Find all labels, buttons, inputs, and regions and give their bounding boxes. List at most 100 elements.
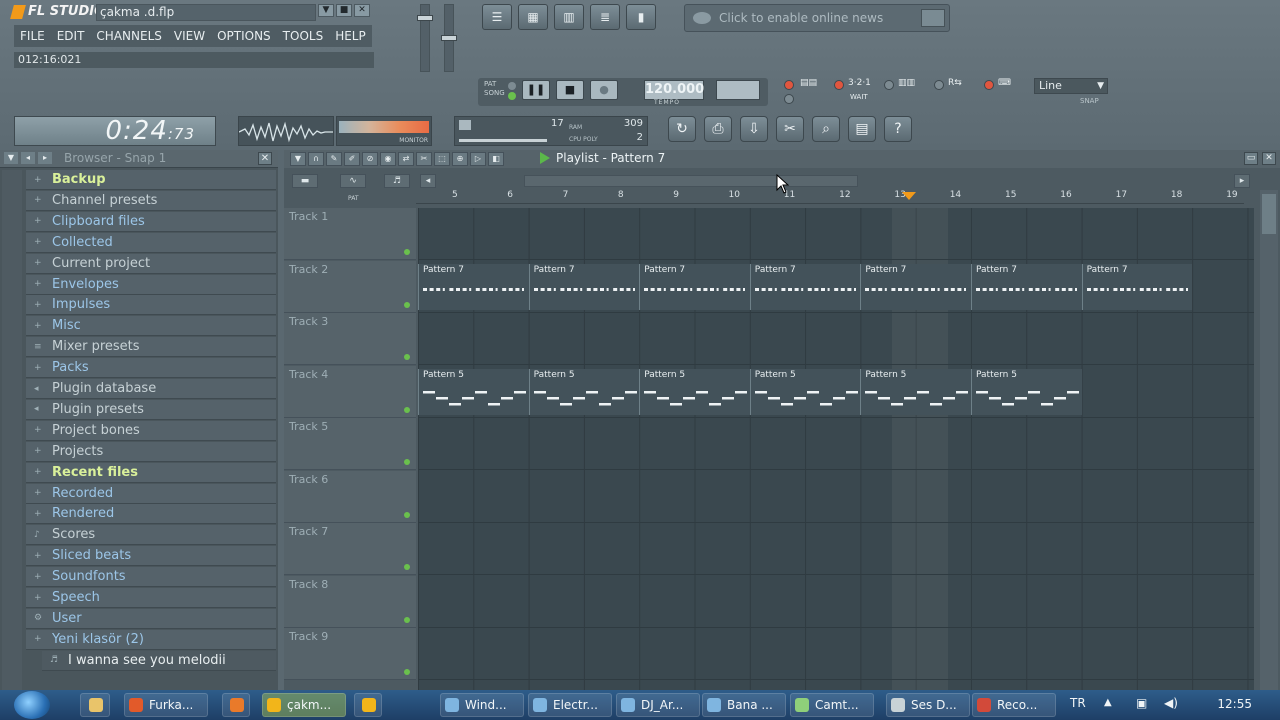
slider-knob[interactable] — [417, 15, 433, 21]
play-icon[interactable] — [540, 152, 550, 164]
taskbar-app-button[interactable]: Furka... — [124, 693, 208, 717]
record-button[interactable]: ● — [590, 80, 618, 100]
maximize-icon[interactable]: ▭ — [1244, 152, 1258, 165]
browser-item[interactable]: + Soundfonts — [26, 567, 276, 588]
select-icon[interactable]: ⬚ — [434, 152, 450, 166]
pat-mode-led[interactable] — [508, 82, 516, 90]
track-mute-led[interactable] — [404, 249, 410, 255]
minimize-button[interactable]: ▼ — [318, 4, 334, 17]
browser-item[interactable]: + Envelopes — [26, 274, 276, 295]
track-lane[interactable] — [418, 208, 1254, 260]
song-position-clock[interactable]: 0:24:73 — [14, 116, 216, 146]
browser-icon[interactable]: ≣ — [590, 4, 620, 30]
track-header[interactable]: Track 1 — [284, 208, 416, 260]
browser-item[interactable]: ◂ Plugin presets — [26, 399, 276, 420]
save-icon[interactable]: ⎙ — [704, 116, 732, 142]
menu-file[interactable]: FILE — [14, 25, 51, 47]
snap-selector[interactable]: Line ▼ — [1034, 78, 1108, 94]
mixer-icon[interactable]: ▮ — [626, 4, 656, 30]
mute-icon[interactable]: ◉ — [380, 152, 396, 166]
track-header[interactable]: Track 2 — [284, 260, 416, 313]
playlist-icon[interactable]: ☰ — [482, 4, 512, 30]
media-player-icon[interactable] — [222, 693, 250, 717]
volume-icon[interactable]: ◀) — [1164, 696, 1178, 710]
track-lane[interactable] — [418, 523, 1254, 575]
track-header[interactable]: Track 7 — [284, 523, 416, 575]
steprec-led[interactable] — [884, 80, 894, 90]
browser-item[interactable]: ◂ Plugin database — [26, 379, 276, 399]
pencil-icon[interactable]: ✎ — [326, 152, 342, 166]
browser-item[interactable]: + Speech — [26, 588, 276, 608]
pattern-clip[interactable]: Pattern 7 — [860, 263, 971, 310]
browser-item[interactable]: ⚙ User — [26, 608, 276, 629]
pattern-clip[interactable]: Pattern 7 — [418, 263, 529, 310]
notes-icon[interactable]: ▤ — [848, 116, 876, 142]
menu-help[interactable]: HELP — [329, 25, 372, 47]
browser-item[interactable]: + Channel presets — [26, 190, 276, 211]
timeline-ruler[interactable]: 5 6 7 8 9 10 11 12 13 14 15 16 17 18 19 — [416, 188, 1244, 204]
maximize-button[interactable]: ■ — [336, 4, 352, 17]
browser-item[interactable]: + Clipboard files — [26, 211, 276, 232]
taskbar-app-button[interactable]: Ses D... — [886, 693, 970, 717]
network-icon[interactable]: ▣ — [1136, 696, 1147, 710]
track-header[interactable]: Track 4 — [284, 365, 416, 418]
pattern-clip[interactable]: Pattern 7 — [639, 263, 750, 310]
browser-item[interactable]: ♪ Scores — [26, 525, 276, 546]
track-mute-led[interactable] — [404, 301, 410, 308]
menu-tools[interactable]: TOOLS — [277, 25, 330, 47]
magnet-icon[interactable]: ∩ — [308, 152, 324, 166]
browser-item[interactable]: + Recent files — [26, 462, 276, 483]
steprec-icon[interactable]: ▥▥ — [898, 78, 920, 90]
wait-led[interactable] — [784, 94, 794, 104]
search-icon[interactable]: ⌕ — [812, 116, 840, 142]
audio-button[interactable]: ♬ — [384, 174, 410, 188]
help-icon[interactable]: ? — [884, 116, 912, 142]
browser-item[interactable]: + Yeni klasör (2) — [26, 629, 276, 650]
zoom-icon[interactable]: ⊕ — [452, 152, 468, 166]
pattern-clip[interactable]: Pattern 5 — [639, 368, 750, 415]
vertical-scrollbar[interactable] — [1260, 190, 1278, 690]
blend-led[interactable] — [934, 80, 944, 90]
track-lane[interactable] — [418, 471, 1254, 523]
taskbar-clock[interactable]: 12:55 — [1217, 697, 1252, 711]
scroll-left-icon[interactable]: ◂ — [420, 174, 436, 188]
pattern-clip[interactable]: Pattern 7 — [528, 263, 640, 310]
pattern-clip[interactable]: Pattern 5 — [418, 368, 529, 415]
track-mute-led[interactable] — [404, 616, 410, 623]
fl-studio-icon[interactable] — [354, 693, 382, 717]
slider-knob[interactable] — [441, 35, 457, 41]
browser-item[interactable]: + Current project — [26, 253, 276, 274]
browser-item[interactable]: + Misc — [26, 316, 276, 337]
taskbar-app-button[interactable]: Bana ... — [702, 693, 786, 717]
delete-icon[interactable]: ⊘ — [362, 152, 378, 166]
playback-icon[interactable]: ▷ — [470, 152, 486, 166]
slice-icon[interactable]: ✂ — [416, 152, 432, 166]
pattern-clip[interactable]: Pattern 5 — [860, 368, 971, 415]
tray-arrow-icon[interactable]: ▲ — [1104, 697, 1112, 708]
undo-icon[interactable]: ↻ — [668, 116, 696, 142]
language-indicator[interactable]: TR — [1070, 696, 1086, 710]
track-lane[interactable] — [418, 576, 1254, 628]
track-header[interactable]: Track 9 — [284, 628, 416, 680]
chevron-down-icon[interactable]: ▼ — [4, 152, 18, 164]
pattern-clip[interactable]: Pattern 7 — [1081, 263, 1193, 310]
slip-icon[interactable]: ⇄ — [398, 152, 414, 166]
track-lane[interactable] — [418, 418, 1254, 470]
browser-item[interactable]: + Recorded — [26, 483, 276, 504]
track-mute-led[interactable] — [404, 511, 410, 518]
browser-item[interactable]: + Sliced beats — [26, 546, 276, 567]
track-header[interactable]: Track 3 — [284, 313, 416, 365]
track-mute-led[interactable] — [404, 406, 410, 413]
pause-button[interactable]: ❚❚ — [522, 80, 550, 100]
browser-item[interactable]: + Packs — [26, 358, 276, 379]
track-lane[interactable] — [418, 628, 1254, 680]
taskbar-app-button[interactable]: Camt... — [790, 693, 874, 717]
chevron-down-icon[interactable]: ▼ — [290, 152, 306, 166]
piano-roll-icon[interactable]: ▥ — [554, 4, 584, 30]
metronome-led[interactable] — [784, 80, 794, 90]
horizontal-scrollbar[interactable] — [524, 175, 858, 187]
scroll-thumb[interactable] — [1262, 194, 1276, 234]
arrow-left-icon[interactable]: ◂ — [21, 152, 35, 164]
wait-icon[interactable]: WAIT — [850, 93, 872, 105]
pattern-clip[interactable]: Pattern 5 — [528, 368, 640, 415]
